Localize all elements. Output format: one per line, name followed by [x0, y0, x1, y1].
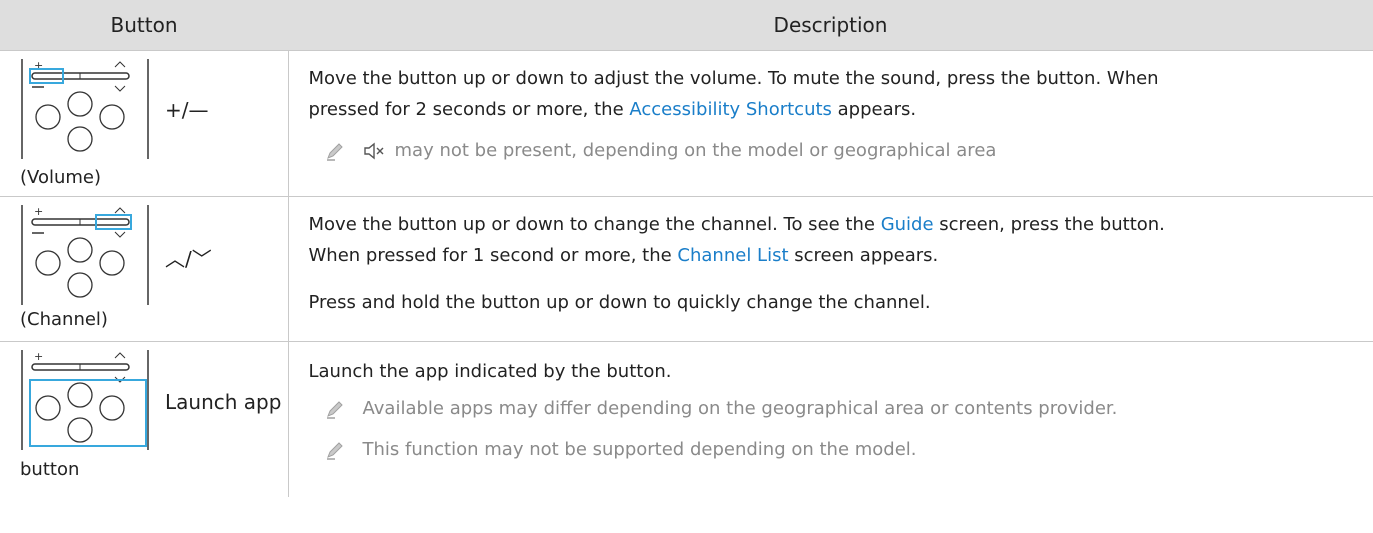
channel-desc-line-2: When pressed for 1 second or more, the C… [308, 245, 939, 266]
launch-app-button-caption: button [20, 459, 80, 480]
mute-icon [363, 142, 383, 159]
remote-diagram-icon: + [21, 59, 149, 159]
volume-button-label: +/— [165, 98, 209, 122]
volume-desc-line-2: pressed for 2 seconds or more, the Acces… [308, 99, 917, 120]
button-description-table: Button Description + +/— (Volume) Move t… [0, 0, 1373, 497]
launch-app-note-2-text: This function may not be supported depen… [362, 439, 917, 460]
button-cell: + +/— (Volume) [0, 50, 288, 197]
remote-diagram-icon: + [21, 350, 149, 450]
volume-note-text: may not be present, depending on the mod… [394, 140, 997, 161]
description-cell: Move the button up or down to adjust the… [287, 50, 1373, 197]
column-header-button: Button [0, 0, 288, 51]
button-cell: + ︿/﹀ (Channel) [0, 196, 288, 342]
table-row: + Launch app button Launch the app indic… [0, 341, 1373, 497]
channel-desc-line-3: Press and hold the button up or down to … [308, 292, 931, 313]
volume-note: may not be present, depending on the mod… [325, 140, 1373, 161]
table-header-row: Button Description [0, 0, 1373, 51]
accessibility-shortcuts-link[interactable]: Accessibility Shortcuts [629, 99, 832, 120]
description-cell: Launch the app indicated by the button. … [287, 341, 1373, 497]
description-cell: Move the button up or down to change the… [287, 196, 1373, 342]
pencil-note-icon [326, 142, 343, 161]
svg-text:+: + [34, 59, 43, 72]
launch-app-desc-line-1: Launch the app indicated by the button. [308, 361, 672, 382]
channel-desc-line-1: Move the button up or down to change the… [308, 214, 1165, 235]
svg-text:+: + [34, 205, 43, 218]
pencil-note-icon [326, 400, 343, 419]
table-row: + ︿/﹀ (Channel) Move the button up or do… [0, 196, 1373, 342]
channel-button-caption: (Channel) [20, 309, 108, 330]
volume-button-caption: (Volume) [20, 167, 101, 188]
launch-app-note-2: This function may not be supported depen… [325, 439, 1373, 460]
channel-button-label: ︿/﹀ [165, 247, 212, 271]
guide-link[interactable]: Guide [881, 214, 934, 235]
remote-diagram-icon: + [21, 205, 149, 305]
launch-app-note-1: Available apps may differ depending on t… [325, 398, 1373, 419]
volume-desc-line-1: Move the button up or down to adjust the… [308, 68, 1159, 89]
table-row: + +/— (Volume) Move the button up or dow… [0, 50, 1373, 197]
pencil-note-icon [326, 441, 343, 460]
column-header-description: Description [288, 0, 1373, 51]
svg-text:+: + [34, 350, 43, 363]
launch-app-note-1-text: Available apps may differ depending on t… [362, 398, 1118, 419]
launch-app-button-label: Launch app [165, 390, 282, 414]
button-cell: + Launch app button [0, 341, 288, 497]
channel-list-link[interactable]: Channel List [677, 245, 788, 266]
